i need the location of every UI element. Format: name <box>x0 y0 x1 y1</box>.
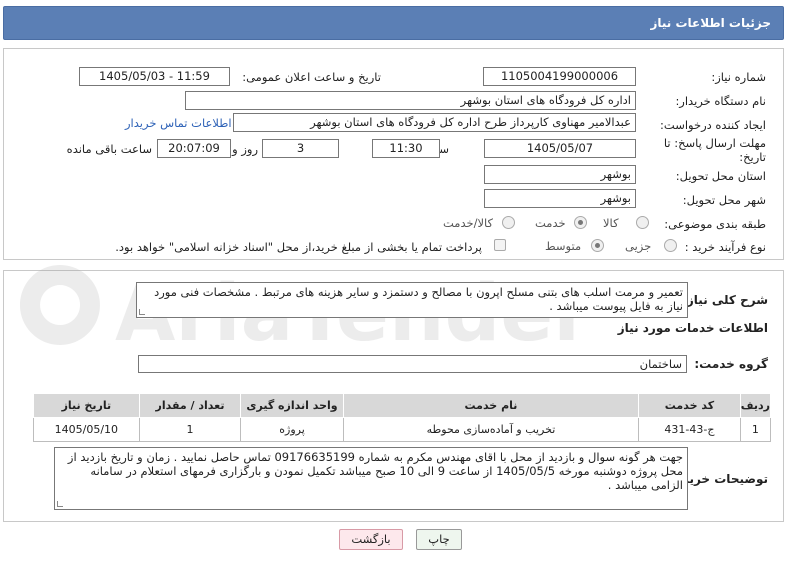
service-group-label: گروه خدمت: <box>694 357 768 371</box>
province-field: بوشهر <box>484 165 636 184</box>
back-button[interactable]: بازگشت <box>339 529 403 550</box>
header-unit: واحد اندازه گیری <box>240 393 344 418</box>
category-goods-label: کالا <box>603 216 619 230</box>
services-info-heading: اطلاعات خدمات مورد نیاز <box>617 321 768 335</box>
cell-unit: پروژه <box>240 417 344 442</box>
description-label: شرح کلی نیاز: <box>682 293 768 307</box>
description-content: تعمیر و مرمت اسلب های بتنی مسلح اپرون با… <box>154 285 683 313</box>
page-title: جزئیات اطلاعات نیاز <box>650 16 771 30</box>
description-text: تعمیر و مرمت اسلب های بتنی مسلح اپرون با… <box>136 282 688 318</box>
category-service-label: خدمت <box>535 216 566 230</box>
cell-need-date: 1405/05/10 <box>33 417 140 442</box>
requester-field: عبدالامیر مهناوی کارپرداز طرح اداره کل ف… <box>233 113 636 132</box>
remaining-label: ساعت باقی مانده <box>66 142 152 156</box>
category-radio-service[interactable] <box>574 216 587 229</box>
days-label: روز و <box>232 142 258 156</box>
cell-service-code: ج-43-431 <box>638 417 741 442</box>
buyer-contact-link[interactable]: اطلاعات تماس خریدار <box>125 116 232 130</box>
city-label: شهر محل تحویل: <box>682 193 766 207</box>
need-number-label: شماره نیاز: <box>711 70 766 84</box>
province-label: استان محل تحویل: <box>675 169 766 183</box>
need-number-field: 1105004199000006 <box>483 67 636 86</box>
deadline-time-field: 11:30 <box>372 139 440 158</box>
announce-datetime-field: 1405/05/03 - 11:59 <box>79 67 230 86</box>
resize-handle[interactable] <box>57 501 63 507</box>
process-medium-label: متوسط <box>545 239 582 253</box>
city-field: بوشهر <box>484 189 636 208</box>
header-need-date: تاریخ نیاز <box>33 393 140 418</box>
buyer-org-label: نام دستگاه خریدار: <box>675 94 766 108</box>
page-header: جزئیات اطلاعات نیاز <box>3 6 784 40</box>
treasury-payment-label: پرداخت تمام یا بخشی از مبلغ خرید،از محل … <box>115 240 482 254</box>
process-type-label: نوع فرآیند خرید : <box>684 240 766 254</box>
deadline-label: مهلت ارسال پاسخ: تا تاریخ: <box>663 136 766 164</box>
category-goods-service-label: کالا/خدمت <box>443 216 494 230</box>
process-radio-minor[interactable] <box>664 239 677 252</box>
services-table: ردیف کد خدمت نام خدمت واحد اندازه گیری ت… <box>33 393 772 442</box>
header-service-code: کد خدمت <box>638 393 741 418</box>
header-quantity: تعداد / مقدار <box>138 393 242 418</box>
cell-quantity: 1 <box>138 417 242 442</box>
table-row: 1 ج-43-431 تخریب و آماده‌سازی محوطه پروژ… <box>33 417 772 442</box>
deadline-date-field: 1405/05/07 <box>484 139 636 158</box>
time-remaining-field: 20:07:09 <box>157 139 231 158</box>
service-group-field: ساختمان <box>138 355 687 373</box>
requester-label: ایجاد کننده درخواست: <box>660 118 766 132</box>
announce-datetime-label: تاریخ و ساعت اعلان عمومی: <box>242 70 381 84</box>
category-label: طبقه بندی موضوعی: <box>664 217 766 231</box>
print-button[interactable]: چاپ <box>416 529 462 550</box>
resize-handle[interactable] <box>139 309 145 315</box>
category-radio-goods-service[interactable] <box>502 216 515 229</box>
buyer-org-field: اداره کل فرودگاه های استان بوشهر <box>185 91 636 110</box>
header-service-name: نام خدمت <box>342 393 640 418</box>
process-radio-medium[interactable] <box>591 239 604 252</box>
cell-service-name: تخریب و آماده‌سازی محوطه <box>342 417 640 442</box>
treasury-payment-checkbox[interactable] <box>494 239 506 251</box>
category-radio-goods[interactable] <box>636 216 649 229</box>
table-header-row: ردیف کد خدمت نام خدمت واحد اندازه گیری ت… <box>33 393 772 418</box>
cell-row-number: 1 <box>739 417 772 442</box>
process-minor-label: جزیی <box>625 239 652 253</box>
buyer-notes-text: جهت هر گونه سوال و بازدید از محل با اقای… <box>54 447 688 510</box>
header-row-number: ردیف <box>739 393 772 418</box>
days-remaining-field: 3 <box>262 139 339 158</box>
buyer-notes-content: جهت هر گونه سوال و بازدید از محل با اقای… <box>67 450 683 492</box>
